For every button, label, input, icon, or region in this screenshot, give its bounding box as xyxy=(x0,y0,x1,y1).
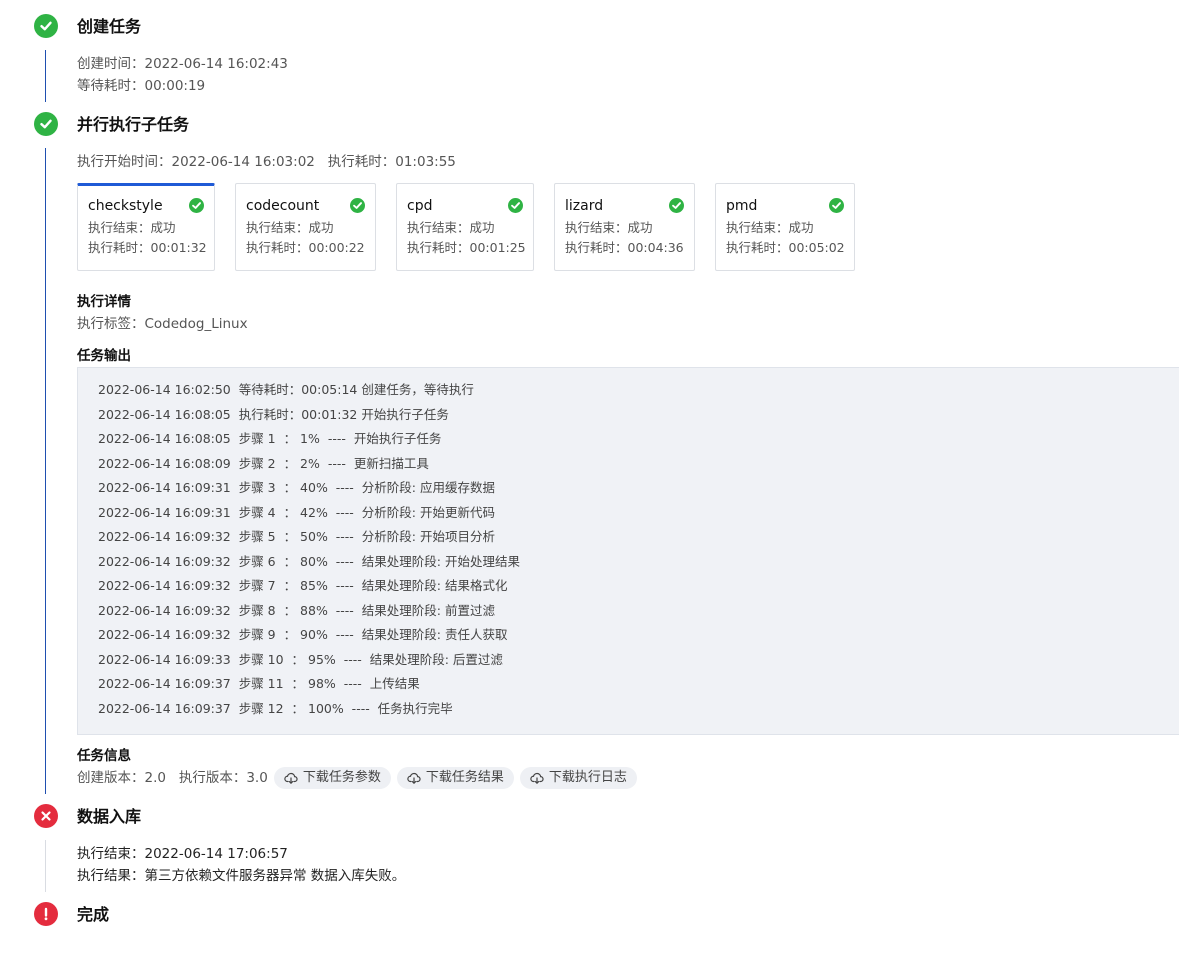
exec-tag: 执行标签：Codedog_Linux xyxy=(77,316,248,332)
check-circle-icon xyxy=(508,198,523,217)
cloud-download-icon xyxy=(284,772,298,784)
subtask-name: codecount xyxy=(246,198,320,214)
check-circle-icon xyxy=(829,198,844,217)
check-circle-icon xyxy=(669,198,684,217)
details-label: 执行详情 xyxy=(77,294,131,310)
task-output-log[interactable]: 2022-06-14 16:02:50 等待耗时：00:05:14 创建任务，等… xyxy=(77,367,1179,735)
check-circle-icon xyxy=(350,198,365,217)
version-info: 创建版本：2.0 执行版本：3.0 xyxy=(77,770,268,786)
subtask-card-lizard[interactable]: lizard 执行结束：成功 执行耗时：00:04:36 xyxy=(554,183,695,271)
subtask-name: pmd xyxy=(726,198,758,214)
step-title-done: 完成 xyxy=(77,905,110,924)
wait-time: 等待耗时：00:00:19 xyxy=(77,78,206,94)
subtask-name: cpd xyxy=(407,198,433,214)
check-circle-icon xyxy=(189,198,204,217)
timeline-connector xyxy=(45,148,46,794)
subtask-duration: 执行耗时：00:01:25 xyxy=(407,240,526,255)
task-timeline: 创建任务 创建时间：2022-06-14 16:02:43 等待耗时：00:00… xyxy=(0,0,1179,956)
log-line: 2022-06-14 16:08:05 执行耗时：00:01:32 开始执行子任… xyxy=(98,406,449,422)
log-line: 2022-06-14 16:09:31 步骤 4 ： 42% ---- 分析阶段… xyxy=(98,504,495,520)
task-info-row: 创建版本：2.0 执行版本：3.0 下载任务参数 下载任务结果 下载执行日志 xyxy=(77,766,637,790)
ingest-end-time: 执行结束：2022-06-14 17:06:57 xyxy=(77,846,288,862)
log-line: 2022-06-14 16:02:50 等待耗时：00:05:14 创建任务，等… xyxy=(98,382,474,397)
log-line: 2022-06-14 16:09:32 步骤 8 ： 88% ---- 结果处理… xyxy=(98,602,495,618)
subtask-result: 执行结束：成功 xyxy=(246,220,334,235)
log-line: 2022-06-14 16:08:05 步骤 1 ： 1% ---- 开始执行子… xyxy=(98,431,442,446)
subtask-result: 执行结束：成功 xyxy=(407,220,495,235)
subtask-duration: 执行耗时：00:00:22 xyxy=(246,240,365,255)
task-info-label: 任务信息 xyxy=(77,748,131,764)
subtask-card-pmd[interactable]: pmd 执行结束：成功 执行耗时：00:05:02 xyxy=(715,183,855,271)
subtask-result: 执行结束：成功 xyxy=(88,220,176,235)
download-result-button[interactable]: 下载任务结果 xyxy=(396,767,514,789)
timeline-connector xyxy=(45,840,46,892)
exclamation-circle-icon xyxy=(34,902,58,926)
subtask-duration: 执行耗时：00:05:02 xyxy=(726,240,845,255)
subtask-result: 执行结束：成功 xyxy=(565,220,653,235)
download-params-label: 下载任务参数 xyxy=(302,770,381,785)
check-circle-icon xyxy=(34,14,58,38)
subtask-card-checkstyle[interactable]: checkstyle 执行结束：成功 执行耗时：00:01:32 xyxy=(77,183,215,271)
parallel-summary: 执行开始时间：2022-06-14 16:03:02 执行耗时：01:03:55 xyxy=(77,154,456,170)
subtask-result: 执行结束：成功 xyxy=(726,220,814,235)
timeline-connector xyxy=(45,50,46,102)
x-circle-icon xyxy=(34,804,58,828)
download-params-button[interactable]: 下载任务参数 xyxy=(273,767,391,789)
download-log-button[interactable]: 下载执行日志 xyxy=(519,767,637,789)
ingest-result: 执行结果：第三方依赖文件服务器异常 数据入库失败。 xyxy=(77,868,406,884)
step-title-create: 创建任务 xyxy=(77,17,142,36)
subtask-duration: 执行耗时：00:01:32 xyxy=(88,240,207,255)
subtask-name: checkstyle xyxy=(88,198,163,214)
log-line: 2022-06-14 16:09:37 步骤 12 ： 100% ---- 任务… xyxy=(98,700,453,716)
check-circle-icon xyxy=(34,112,58,136)
cloud-download-icon xyxy=(407,772,421,784)
create-time: 创建时间：2022-06-14 16:02:43 xyxy=(77,56,288,72)
download-log-label: 下载执行日志 xyxy=(548,770,627,785)
step-title-ingest: 数据入库 xyxy=(77,807,142,826)
subtask-card-codecount[interactable]: codecount 执行结束：成功 执行耗时：00:00:22 xyxy=(235,183,376,271)
step-title-parallel: 并行执行子任务 xyxy=(77,115,190,134)
log-line: 2022-06-14 16:09:37 步骤 11 ： 98% ---- 上传结… xyxy=(98,676,420,691)
cloud-download-icon xyxy=(530,772,544,784)
output-label: 任务输出 xyxy=(77,348,131,364)
log-line: 2022-06-14 16:09:32 步骤 9 ： 90% ---- 结果处理… xyxy=(98,627,508,642)
log-line: 2022-06-14 16:09:33 步骤 10 ： 95% ---- 结果处… xyxy=(98,651,503,667)
log-line: 2022-06-14 16:08:09 步骤 2 ： 2% ---- 更新扫描工… xyxy=(98,455,429,471)
log-line: 2022-06-14 16:09:32 步骤 6 ： 80% ---- 结果处理… xyxy=(98,553,520,569)
download-result-label: 下载任务结果 xyxy=(425,770,504,785)
log-line: 2022-06-14 16:09:32 步骤 5 ： 50% ---- 分析阶段… xyxy=(98,529,495,544)
subtask-name: lizard xyxy=(565,198,604,214)
log-line: 2022-06-14 16:09:31 步骤 3 ： 40% ---- 分析阶段… xyxy=(98,480,495,495)
subtask-duration: 执行耗时：00:04:36 xyxy=(565,240,684,255)
subtask-card-cpd[interactable]: cpd 执行结束：成功 执行耗时：00:01:25 xyxy=(396,183,534,271)
log-line: 2022-06-14 16:09:32 步骤 7 ： 85% ---- 结果处理… xyxy=(98,578,508,593)
